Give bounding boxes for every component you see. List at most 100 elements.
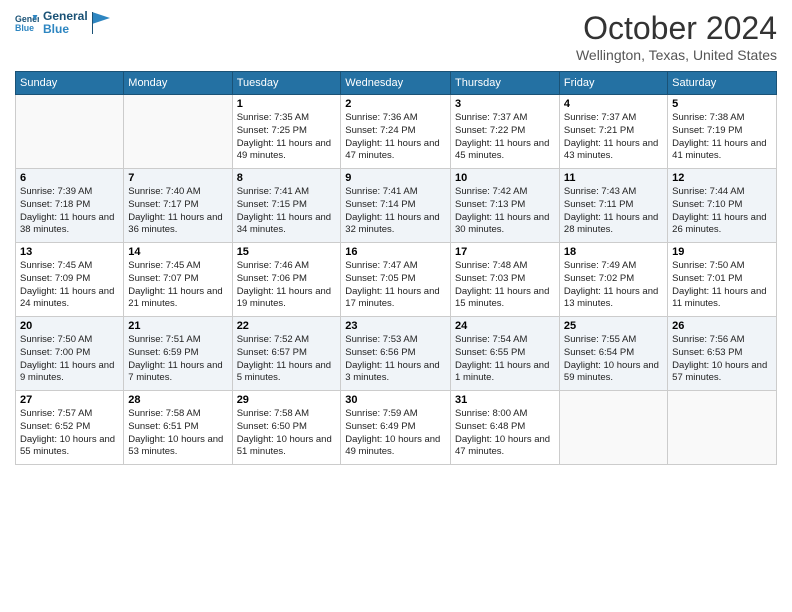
table-row: 4 Sunrise: 7:37 AM Sunset: 7:21 PM Daylig… xyxy=(559,95,667,169)
day-info: Sunrise: 8:00 AM Sunset: 6:48 PM Dayligh… xyxy=(455,408,555,459)
calendar-table: Sunday Monday Tuesday Wednesday Thursday… xyxy=(15,71,777,465)
table-row: 27 Sunrise: 7:57 AM Sunset: 6:52 PM Dayli… xyxy=(16,391,124,465)
table-row: 29 Sunrise: 7:58 AM Sunset: 6:50 PM Dayli… xyxy=(232,391,341,465)
day-number: 24 xyxy=(455,320,555,332)
table-row: 15 Sunrise: 7:46 AM Sunset: 7:06 PM Dayli… xyxy=(232,243,341,317)
day-info: Sunrise: 7:56 AM Sunset: 6:53 PM Dayligh… xyxy=(672,334,772,385)
day-info: Sunrise: 7:38 AM Sunset: 7:19 PM Dayligh… xyxy=(672,112,772,163)
day-info: Sunrise: 7:46 AM Sunset: 7:06 PM Dayligh… xyxy=(237,260,337,311)
table-row: 2 Sunrise: 7:36 AM Sunset: 7:24 PM Daylig… xyxy=(341,95,451,169)
table-row xyxy=(668,391,777,465)
day-number: 11 xyxy=(564,172,663,184)
table-row: 23Sunrise: 7:53 AM Sunset: 6:56 PM Dayli… xyxy=(341,317,451,391)
table-row: 31 Sunrise: 8:00 AM Sunset: 6:48 PM Dayli… xyxy=(451,391,560,465)
day-info: Sunrise: 7:57 AM Sunset: 6:52 PM Dayligh… xyxy=(20,408,119,459)
day-number: 10 xyxy=(455,172,555,184)
col-wednesday: Wednesday xyxy=(341,72,451,95)
day-info: Sunrise: 7:36 AM Sunset: 7:24 PM Dayligh… xyxy=(345,112,446,163)
day-number: 30 xyxy=(345,394,446,406)
day-info: Sunrise: 7:37 AM Sunset: 7:22 PM Dayligh… xyxy=(455,112,555,163)
day-info: Sunrise: 7:42 AM Sunset: 7:13 PM Dayligh… xyxy=(455,186,555,237)
day-number: 28 xyxy=(128,394,227,406)
day-info: Sunrise: 7:43 AM Sunset: 7:11 PM Dayligh… xyxy=(564,186,663,237)
day-info: Sunrise: 7:50 AM Sunset: 7:00 PM Dayligh… xyxy=(20,334,119,385)
day-number: 9 xyxy=(345,172,446,184)
table-row: 1 Sunrise: 7:35 AM Sunset: 7:25 PM Daylig… xyxy=(232,95,341,169)
table-row: 12 Sunrise: 7:44 AM Sunset: 7:10 PM Dayli… xyxy=(668,169,777,243)
table-row xyxy=(16,95,124,169)
table-row: 10 Sunrise: 7:42 AM Sunset: 7:13 PM Dayli… xyxy=(451,169,560,243)
day-number: 20 xyxy=(20,320,119,332)
col-thursday: Thursday xyxy=(451,72,560,95)
svg-text:Blue: Blue xyxy=(15,23,34,33)
day-info: Sunrise: 7:50 AM Sunset: 7:01 PM Dayligh… xyxy=(672,260,772,311)
table-row: 3 Sunrise: 7:37 AM Sunset: 7:22 PM Daylig… xyxy=(451,95,560,169)
day-number: 27 xyxy=(20,394,119,406)
day-info: Sunrise: 7:53 AM Sunset: 6:56 PM Dayligh… xyxy=(345,334,446,385)
day-info: Sunrise: 7:41 AM Sunset: 7:15 PM Dayligh… xyxy=(237,186,337,237)
header: General Blue General Blue October 2024 W… xyxy=(15,10,777,63)
day-info: Sunrise: 7:48 AM Sunset: 7:03 PM Dayligh… xyxy=(455,260,555,311)
day-info: Sunrise: 7:41 AM Sunset: 7:14 PM Dayligh… xyxy=(345,186,446,237)
day-number: 6 xyxy=(20,172,119,184)
table-row: 26 Sunrise: 7:56 AM Sunset: 6:53 PM Dayli… xyxy=(668,317,777,391)
table-row: 18 Sunrise: 7:49 AM Sunset: 7:02 PM Dayli… xyxy=(559,243,667,317)
day-number: 22 xyxy=(237,320,337,332)
day-info: Sunrise: 7:44 AM Sunset: 7:10 PM Dayligh… xyxy=(672,186,772,237)
day-number: 21 xyxy=(128,320,227,332)
table-row: 6 Sunrise: 7:39 AM Sunset: 7:18 PM Daylig… xyxy=(16,169,124,243)
table-row xyxy=(124,95,232,169)
table-row: 25Sunrise: 7:55 AM Sunset: 6:54 PM Dayli… xyxy=(559,317,667,391)
table-row: 9 Sunrise: 7:41 AM Sunset: 7:14 PM Daylig… xyxy=(341,169,451,243)
day-number: 4 xyxy=(564,98,663,110)
day-info: Sunrise: 7:35 AM Sunset: 7:25 PM Dayligh… xyxy=(237,112,337,163)
table-row: 13Sunrise: 7:45 AM Sunset: 7:09 PM Dayli… xyxy=(16,243,124,317)
day-info: Sunrise: 7:58 AM Sunset: 6:50 PM Dayligh… xyxy=(237,408,337,459)
table-row: 7 Sunrise: 7:40 AM Sunset: 7:17 PM Daylig… xyxy=(124,169,232,243)
day-number: 16 xyxy=(345,246,446,258)
day-number: 3 xyxy=(455,98,555,110)
col-friday: Friday xyxy=(559,72,667,95)
table-row: 19 Sunrise: 7:50 AM Sunset: 7:01 PM Dayli… xyxy=(668,243,777,317)
day-info: Sunrise: 7:58 AM Sunset: 6:51 PM Dayligh… xyxy=(128,408,227,459)
table-row: 14 Sunrise: 7:45 AM Sunset: 7:07 PM Dayli… xyxy=(124,243,232,317)
logo-icon: General Blue xyxy=(15,11,39,35)
day-info: Sunrise: 7:45 AM Sunset: 7:07 PM Dayligh… xyxy=(128,260,227,311)
col-saturday: Saturday xyxy=(668,72,777,95)
day-number: 18 xyxy=(564,246,663,258)
col-monday: Monday xyxy=(124,72,232,95)
day-number: 7 xyxy=(128,172,227,184)
location: Wellington, Texas, United States xyxy=(576,47,777,63)
table-row: 16 Sunrise: 7:47 AM Sunset: 7:05 PM Dayli… xyxy=(341,243,451,317)
table-row: 20 Sunrise: 7:50 AM Sunset: 7:00 PM Dayli… xyxy=(16,317,124,391)
table-row: 21Sunrise: 7:51 AM Sunset: 6:59 PM Dayli… xyxy=(124,317,232,391)
day-info: Sunrise: 7:37 AM Sunset: 7:21 PM Dayligh… xyxy=(564,112,663,163)
day-info: Sunrise: 7:49 AM Sunset: 7:02 PM Dayligh… xyxy=(564,260,663,311)
table-row: 22 Sunrise: 7:52 AM Sunset: 6:57 PM Dayli… xyxy=(232,317,341,391)
day-number: 2 xyxy=(345,98,446,110)
day-info: Sunrise: 7:52 AM Sunset: 6:57 PM Dayligh… xyxy=(237,334,337,385)
logo: General Blue General Blue xyxy=(15,10,110,36)
day-info: Sunrise: 7:47 AM Sunset: 7:05 PM Dayligh… xyxy=(345,260,446,311)
day-number: 25 xyxy=(564,320,663,332)
day-number: 26 xyxy=(672,320,772,332)
table-row: 8 Sunrise: 7:41 AM Sunset: 7:15 PM Daylig… xyxy=(232,169,341,243)
day-number: 19 xyxy=(672,246,772,258)
day-number: 29 xyxy=(237,394,337,406)
col-tuesday: Tuesday xyxy=(232,72,341,95)
table-row: 30Sunrise: 7:59 AM Sunset: 6:49 PM Dayli… xyxy=(341,391,451,465)
table-row xyxy=(559,391,667,465)
logo-blue: Blue xyxy=(43,23,88,36)
day-number: 15 xyxy=(237,246,337,258)
day-number: 12 xyxy=(672,172,772,184)
day-number: 14 xyxy=(128,246,227,258)
day-info: Sunrise: 7:39 AM Sunset: 7:18 PM Dayligh… xyxy=(20,186,119,237)
day-number: 1 xyxy=(237,98,337,110)
month-title: October 2024 xyxy=(576,10,777,47)
day-number: 8 xyxy=(237,172,337,184)
day-info: Sunrise: 7:54 AM Sunset: 6:55 PM Dayligh… xyxy=(455,334,555,385)
table-row: 24 Sunrise: 7:54 AM Sunset: 6:55 PM Dayli… xyxy=(451,317,560,391)
title-block: October 2024 Wellington, Texas, United S… xyxy=(576,10,777,63)
day-number: 31 xyxy=(455,394,555,406)
day-info: Sunrise: 7:40 AM Sunset: 7:17 PM Dayligh… xyxy=(128,186,227,237)
